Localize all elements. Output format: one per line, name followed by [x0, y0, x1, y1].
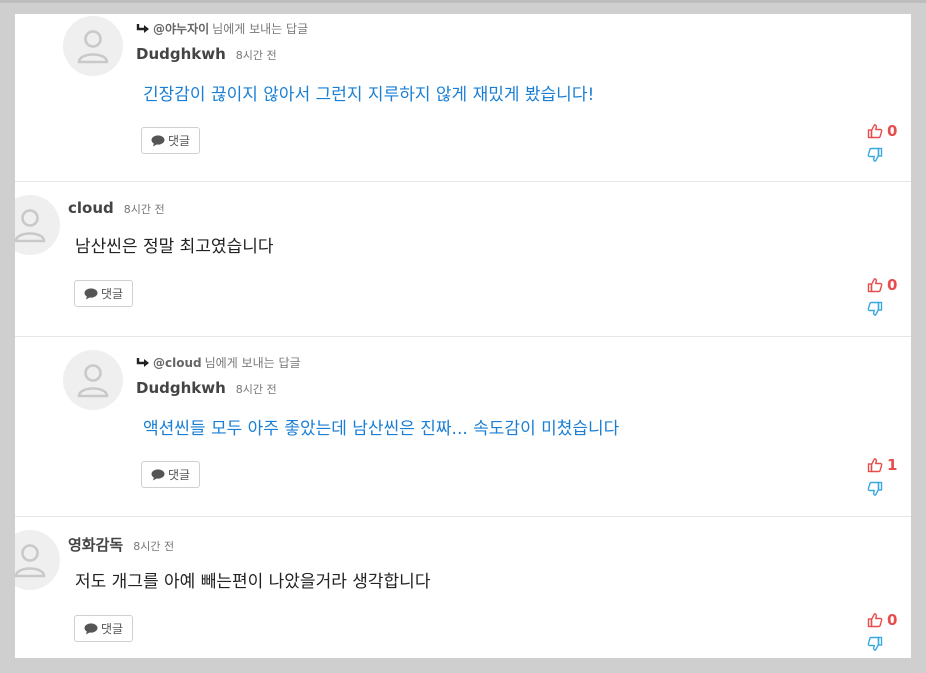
vote-panel: 0: [867, 608, 909, 656]
dislike-button[interactable]: [867, 477, 909, 501]
thumbs-up-icon: [867, 613, 883, 628]
thumbs-down-icon: [867, 481, 883, 496]
comment-time: 8시간 전: [133, 540, 175, 553]
reply-button[interactable]: 댓글: [141, 461, 201, 488]
comment-time: 8시간 전: [123, 203, 165, 216]
reply-button-label: 댓글: [168, 134, 191, 148]
user-avatar-icon: [63, 16, 123, 76]
dislike-button[interactable]: [867, 143, 909, 167]
comment-top: 영화감독 8시간 전 저도 개그를 아예 빼는편이 나았을거라 생각합니다 댓글…: [15, 517, 911, 658]
user-avatar-icon: [15, 530, 60, 590]
like-count: 1: [887, 456, 898, 474]
reply-to-suffix: 님에게 보내는 답글: [212, 22, 309, 36]
speech-bubble-icon: [84, 622, 98, 634]
reply-arrow-icon: [136, 23, 149, 33]
reply-to-label: @야누자이 님에게 보내는 답글: [136, 20, 308, 37]
comment-time: 8시간 전: [235, 49, 277, 62]
speech-bubble-icon: [151, 134, 165, 146]
speech-bubble-icon: [84, 287, 98, 299]
comment-author[interactable]: cloud: [68, 199, 114, 217]
comment-reply: @야누자이 님에게 보내는 답글 Dudghkwh 8시간 전 긴장감이 끊이지 …: [15, 14, 911, 182]
like-count: 0: [887, 276, 898, 294]
comment-author[interactable]: Dudghkwh: [136, 45, 226, 63]
reply-button-label: 댓글: [168, 468, 191, 482]
dislike-button[interactable]: [867, 297, 909, 321]
comment-text: 저도 개그를 아예 빼는편이 나았을거라 생각합니다: [75, 572, 431, 592]
comment-text: 액션씬들 모두 아주 좋았는데 남산씬은 진짜... 속도감이 미쳤습니다: [143, 419, 620, 439]
comment-author[interactable]: Dudghkwh: [136, 379, 226, 397]
comment-meta: Dudghkwh 8시간 전: [136, 45, 277, 63]
comment-text: 남산씬은 정말 최고였습니다: [75, 237, 274, 257]
comment-meta: cloud 8시간 전: [68, 199, 165, 217]
comment-meta: 영화감독 8시간 전: [68, 534, 174, 555]
thumbs-up-icon: [867, 278, 883, 293]
thumbs-up-icon: [867, 124, 883, 139]
reply-button[interactable]: 댓글: [74, 280, 134, 307]
reply-to-suffix: 님에게 보내는 답글: [204, 356, 301, 370]
reply-button-label: 댓글: [101, 287, 124, 301]
vote-panel: 0: [867, 273, 909, 321]
like-count: 0: [887, 611, 898, 629]
like-button[interactable]: 1: [867, 453, 909, 477]
like-button[interactable]: 0: [867, 273, 909, 297]
reply-mention[interactable]: @야누자이: [153, 20, 209, 37]
like-count: 0: [887, 122, 898, 140]
thumbs-down-icon: [867, 301, 883, 316]
speech-bubble-icon: [151, 468, 165, 480]
vote-panel: 1: [867, 453, 909, 501]
comment-author[interactable]: 영화감독: [68, 534, 123, 555]
comment-meta: Dudghkwh 8시간 전: [136, 379, 277, 397]
reply-mention[interactable]: @cloud: [153, 356, 202, 370]
thumbs-up-icon: [867, 458, 883, 473]
reply-button[interactable]: 댓글: [74, 615, 134, 642]
comment-time: 8시간 전: [235, 383, 277, 396]
thumbs-down-icon: [867, 147, 883, 162]
like-button[interactable]: 0: [867, 119, 909, 143]
comment-top: cloud 8시간 전 남산씬은 정말 최고였습니다 댓글 0: [15, 182, 911, 337]
vote-panel: 0: [867, 119, 909, 167]
dislike-button[interactable]: [867, 632, 909, 656]
reply-arrow-icon: [136, 357, 149, 367]
reply-button[interactable]: 댓글: [141, 127, 201, 154]
comment-list: @야누자이 님에게 보내는 답글 Dudghkwh 8시간 전 긴장감이 끊이지 …: [15, 14, 911, 658]
top-divider: [0, 0, 926, 3]
reply-to-label: @cloud 님에게 보내는 답글: [136, 354, 301, 371]
thumbs-down-icon: [867, 636, 883, 651]
user-avatar-icon: [15, 195, 60, 255]
like-button[interactable]: 0: [867, 608, 909, 632]
comment-reply: @cloud 님에게 보내는 답글 Dudghkwh 8시간 전 액션씬들 모두 …: [15, 337, 911, 517]
reply-button-label: 댓글: [101, 622, 124, 636]
user-avatar-icon: [63, 350, 123, 410]
comment-text: 긴장감이 끊이지 않아서 그런지 지루하지 않게 재밌게 봤습니다!: [143, 85, 595, 105]
